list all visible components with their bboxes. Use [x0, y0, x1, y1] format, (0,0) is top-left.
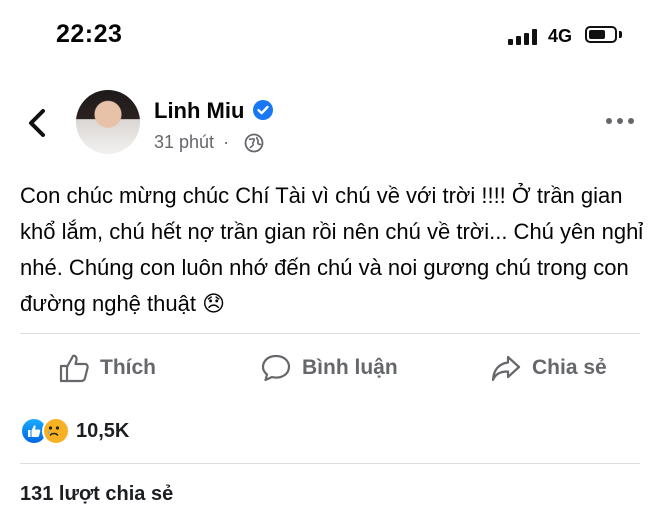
- share-button[interactable]: Chia sẻ: [490, 344, 607, 392]
- share-label: Chia sẻ: [532, 356, 607, 379]
- divider-bottom: [20, 463, 640, 464]
- battery-icon: [585, 26, 617, 43]
- like-button[interactable]: Thích: [58, 344, 156, 392]
- post-time[interactable]: 31 phút: [154, 132, 214, 152]
- comment-label: Bình luận: [302, 356, 398, 379]
- share-arrow-icon: [491, 355, 521, 382]
- status-bar: 22:23 4G: [0, 0, 660, 72]
- network-label: 4G: [548, 26, 573, 46]
- comment-button[interactable]: Bình luận: [260, 344, 398, 392]
- like-label: Thích: [100, 356, 156, 379]
- status-time: 22:23: [56, 20, 123, 48]
- action-bar: Thích Bình luận Chia sẻ: [0, 344, 660, 392]
- avatar[interactable]: [76, 90, 140, 154]
- chevron-left-icon: [29, 109, 45, 137]
- post-text: Con chúc mừng chúc Chí Tài vì chú về với…: [20, 183, 644, 316]
- back-button[interactable]: [24, 108, 50, 138]
- meta-separator: ·: [223, 132, 230, 152]
- post-meta: 31 phút ·: [154, 132, 229, 153]
- divider-top: [20, 333, 640, 334]
- comment-icon: [261, 354, 291, 382]
- thumbs-up-icon: [59, 354, 89, 383]
- reactions-summary[interactable]: 10,5K: [20, 416, 129, 446]
- more-options-button[interactable]: [606, 115, 636, 127]
- sad-reaction-icon: [42, 417, 70, 445]
- signal-icon: [508, 29, 540, 45]
- author-name[interactable]: Linh Miu: [154, 98, 244, 124]
- reaction-count: 10,5K: [76, 419, 130, 442]
- battery-tip: [619, 31, 622, 38]
- share-count[interactable]: 131 lượt chia sẻ: [20, 483, 173, 506]
- verified-badge-icon: [253, 100, 273, 120]
- globe-icon: [244, 133, 264, 153]
- post-header: Linh Miu 31 phút ·: [0, 80, 660, 170]
